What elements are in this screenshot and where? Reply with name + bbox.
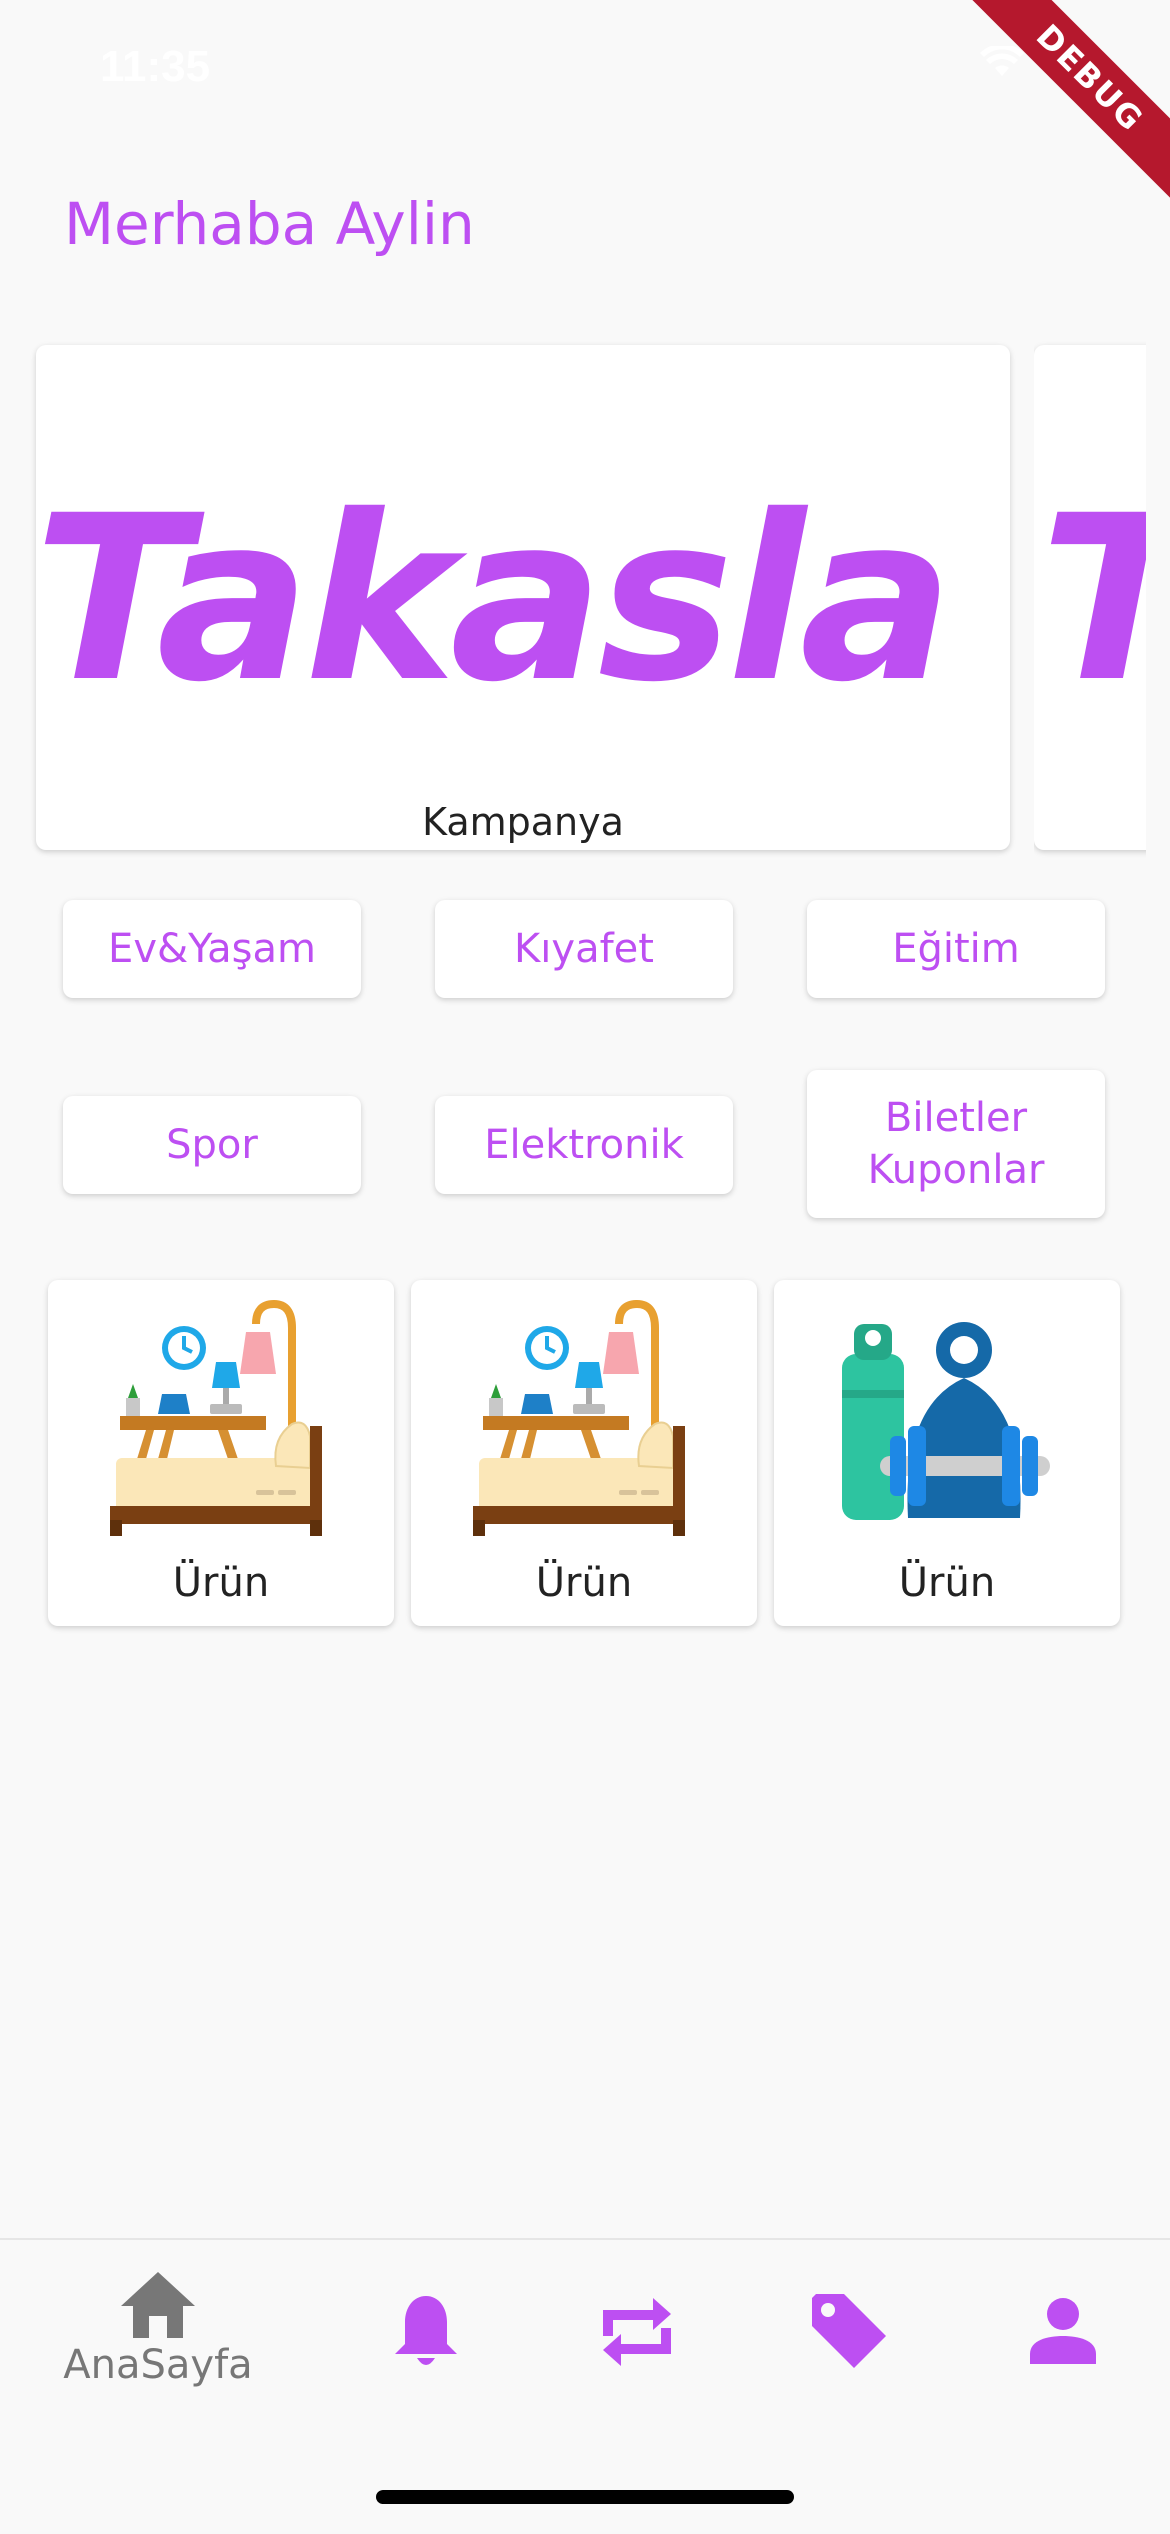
nav-item-home[interactable]: AnaSayfa	[48, 2270, 268, 2388]
product-card[interactable]: Ürün	[411, 1280, 757, 1626]
product-label: Ürün	[898, 1560, 996, 1606]
product-label: Ürün	[172, 1560, 270, 1606]
category-label: Elektronik	[484, 1122, 684, 1168]
banner-caption: Kampanya	[422, 800, 624, 844]
bell-icon	[395, 2296, 457, 2365]
category-clothing-button[interactable]: Kıyafet	[435, 900, 733, 998]
home-icon	[121, 2272, 195, 2338]
category-label: Biletler Kuponlar	[867, 1095, 1045, 1193]
category-education-button[interactable]: Eğitim	[807, 900, 1105, 998]
tag-icon	[812, 2294, 886, 2368]
home-indicator	[376, 2490, 794, 2504]
category-home-living-button[interactable]: Ev&Yaşam	[63, 900, 361, 998]
nav-item-notifications[interactable]	[316, 2292, 536, 2372]
category-tickets-coupons-button[interactable]: Biletler Kuponlar	[807, 1070, 1105, 1218]
greeting-title: Merhaba Aylin	[64, 190, 475, 258]
campaign-banner[interactable]: Takasla Kampanya	[36, 345, 1010, 850]
category-electronics-button[interactable]: Elektronik	[435, 1096, 733, 1194]
next-banner-peek[interactable]: T	[1034, 340, 1146, 860]
bedroom-icon	[473, 1299, 685, 1536]
status-time: 11:35	[100, 42, 211, 91]
nav-item-profile[interactable]	[953, 2296, 1170, 2366]
category-label: Kıyafet	[514, 926, 654, 972]
fitness-icon	[842, 1322, 1050, 1520]
category-sport-button[interactable]: Spor	[63, 1096, 361, 1194]
category-label: Spor	[166, 1122, 258, 1168]
product-label: Ürün	[535, 1560, 633, 1606]
swap-icon	[603, 2298, 671, 2366]
takasla-logo: Takasla	[36, 466, 954, 732]
bedroom-icon	[110, 1299, 322, 1536]
category-label: Eğitim	[892, 926, 1020, 972]
category-label: Ev&Yaşam	[108, 926, 316, 972]
nav-label-home: AnaSayfa	[63, 2342, 253, 2388]
nav-item-tags[interactable]	[739, 2290, 959, 2372]
person-icon	[1030, 2298, 1096, 2364]
product-card[interactable]: Ürün	[48, 1280, 394, 1626]
next-banner-logo: T	[1040, 485, 1146, 713]
debug-ribbon: DEBUG	[930, 0, 1170, 240]
debug-label: DEBUG	[964, 0, 1170, 204]
product-card[interactable]: Ürün	[774, 1280, 1120, 1626]
nav-item-swap[interactable]	[527, 2294, 747, 2370]
